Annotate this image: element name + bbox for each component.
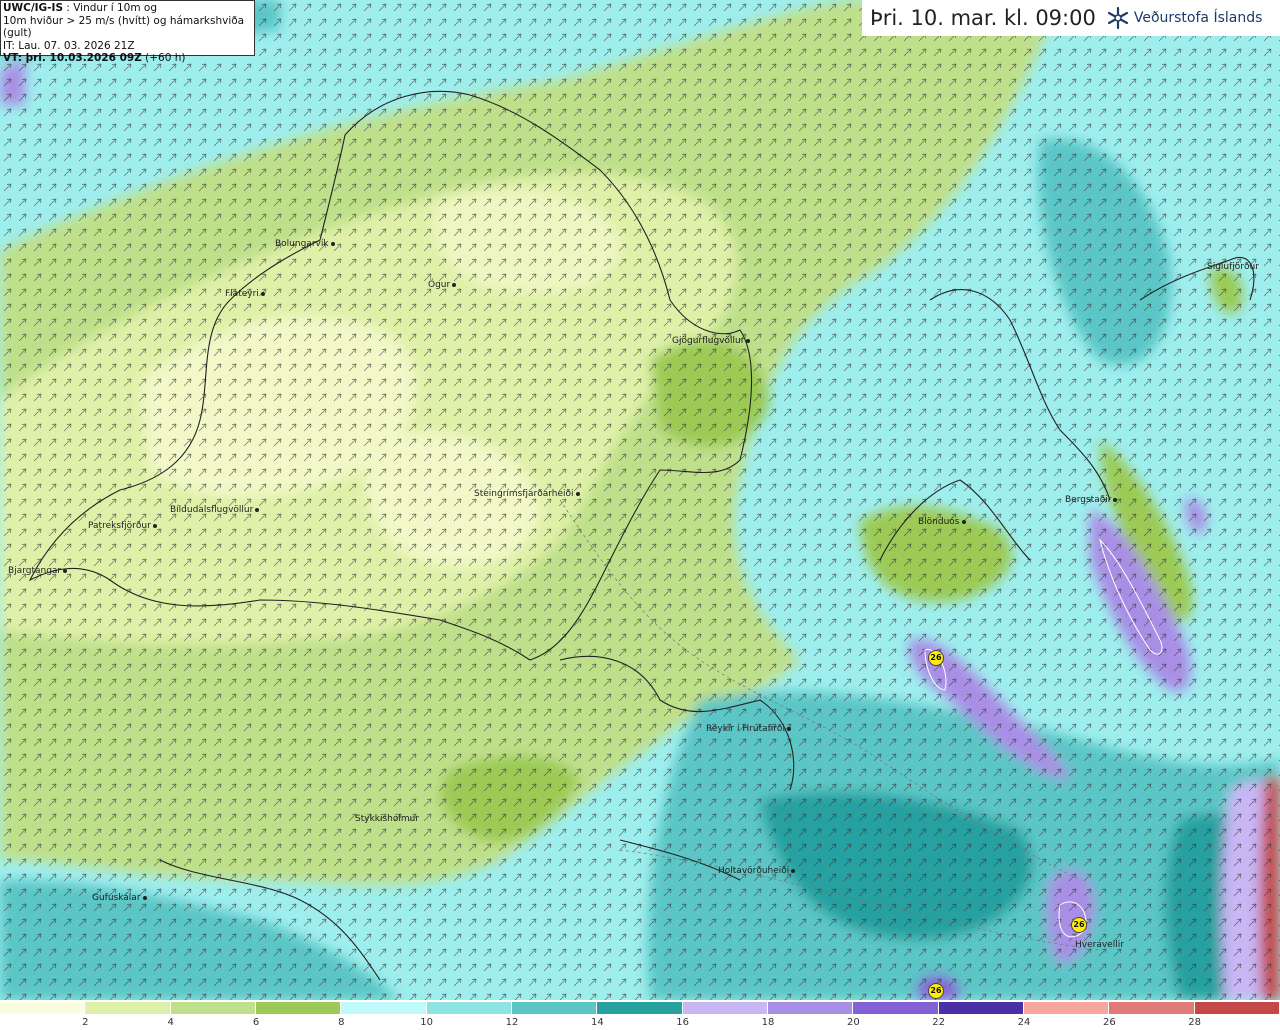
info-line3: IT: Lau. 07. 03. 2026 21Z [3, 39, 135, 52]
logo-text: Veðurstofa Íslands [1133, 10, 1263, 26]
legend-swatch [938, 1002, 1024, 1014]
legend-swatch [853, 1002, 939, 1014]
legend-swatch [85, 1002, 171, 1014]
legend-tick-label: 6 [252, 1017, 260, 1028]
place-reykir-hrutafirdi: Reykir í Hrútafirði [706, 724, 793, 734]
valid-offset: (+60 h) [141, 52, 186, 64]
legend-tick-label: 28 [1188, 1017, 1202, 1028]
place-bildudalsflugvollur: Bíldudalsflugvöllur [170, 505, 261, 515]
place-bergstadir: Bergstaðir [1065, 495, 1119, 505]
place-gufuskalar: Gufuskálar [92, 893, 149, 903]
valid-time: VT: þri. 10.03.2026 09Z [3, 52, 142, 64]
place-siglufjordur: Siglufjörður [1207, 262, 1259, 272]
legend-swatch [682, 1002, 768, 1014]
max-gust-marker: 26 [1071, 917, 1087, 933]
info-line1: : Vindur í 10m og [63, 2, 157, 14]
legend-swatch [1109, 1002, 1195, 1014]
legend-swatch [341, 1002, 427, 1014]
legend-tick-label: 8 [338, 1017, 345, 1028]
legend-swatch [170, 1002, 256, 1014]
legend-swatch [597, 1002, 683, 1014]
model-name: UWC/IG-IS [3, 2, 64, 14]
forecast-timestamp: Þri. 10. mar. kl. 09:00 [870, 6, 1096, 30]
legend-tick-label: 22 [932, 1017, 946, 1028]
info-box: UWC/IG-IS : Vindur í 10m og 10m hviður >… [0, 0, 255, 64]
place-flateyri: Flateyri [225, 289, 267, 299]
wind-speed-legend: 2 4 6 8 10 12 14 16 18 20 22 24 26 28 [0, 1000, 1280, 1030]
legend-swatch [767, 1002, 854, 1014]
legend-swatch [255, 1002, 342, 1014]
legend-tick-label: 20 [846, 1017, 860, 1028]
vedurstofa-logo[interactable]: Veðurstofa Íslands [1106, 6, 1263, 30]
legend-tick-label: 26 [1102, 1017, 1116, 1028]
legend-tick-label: 18 [761, 1017, 775, 1028]
legend-tick-label: 2 [82, 1017, 89, 1028]
legend-tick-label: 12 [505, 1017, 519, 1028]
max-gust-marker: 26 [928, 650, 944, 666]
place-holtavorduheidi: Holtavörðuheiði [718, 866, 797, 876]
header-bar: Þri. 10. mar. kl. 09:00 Veðurstofa Íslan… [862, 0, 1280, 36]
place-blonduos: Blönduós [918, 517, 968, 527]
place-patreksfjordur: Patreksfjörður [88, 521, 159, 531]
legend-swatch [1194, 1002, 1280, 1014]
legend-swatch [426, 1002, 512, 1014]
legend-tick-label: 4 [167, 1017, 174, 1028]
legend-tick-label: 14 [590, 1017, 604, 1028]
legend-color-bar [0, 1002, 1280, 1014]
place-bolungarvik: Bolungarvík [275, 239, 337, 249]
place-steingrimsfjardarheidi: Steingrímsfjarðarheiði [474, 489, 582, 499]
legend-tick-label: 24 [1017, 1017, 1031, 1028]
info-line2: 10m hviður > 25 m/s (hvítt) og hámarkshv… [3, 14, 245, 40]
legend-swatch [511, 1002, 598, 1014]
place-hveravellir: Hveravellir [1075, 940, 1124, 950]
snowflake-logo-icon [1107, 6, 1128, 30]
place-ogur: Ögur [428, 280, 458, 290]
max-gust-marker: 26 [928, 983, 944, 999]
place-bjargtangar: Bjargtangar [8, 566, 69, 576]
place-gjogurflugvollur: Gjögurflugvöllur [672, 336, 752, 346]
legend-tick-label: 16 [676, 1017, 690, 1028]
place-stykkisholmur: Stykkishólmur [355, 814, 420, 824]
legend-swatch [1023, 1002, 1110, 1014]
legend-tick-label: 10 [420, 1017, 434, 1028]
legend-swatch [0, 1002, 86, 1014]
